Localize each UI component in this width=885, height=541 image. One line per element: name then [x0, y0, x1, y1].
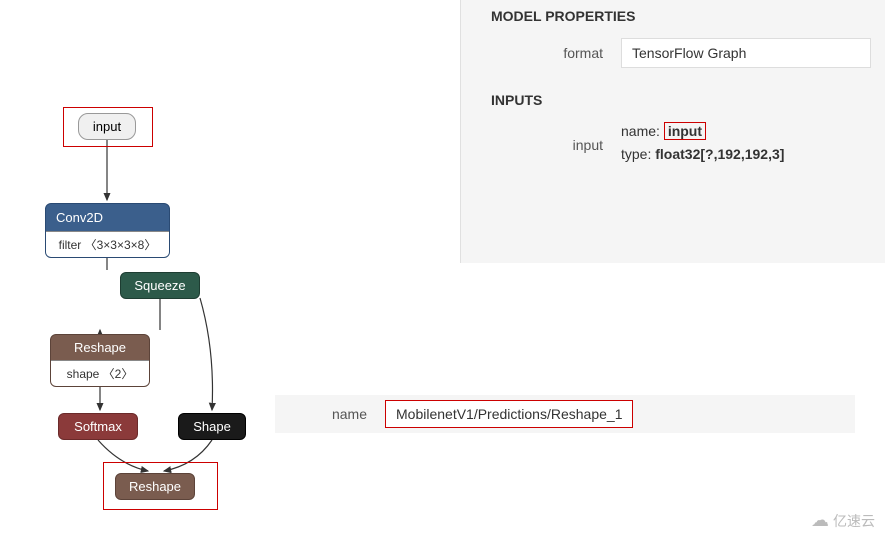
property-format-value: TensorFlow Graph [621, 38, 871, 68]
node-softmax[interactable]: Softmax [58, 413, 138, 440]
node-conv2d-filter: filter 〈3×3×3×8〉 [46, 231, 169, 257]
property-input-label: input [491, 137, 621, 153]
input-type-prefix: type: [621, 146, 651, 162]
property-format-label: format [491, 45, 621, 61]
watermark-text: 亿速云 [833, 511, 875, 531]
property-row-format: format TensorFlow Graph [491, 38, 871, 68]
node-reshape-1[interactable]: Reshape shape 〈2〉 [50, 334, 150, 387]
cloud-icon: ☁ [811, 510, 829, 531]
node-reshape-2[interactable]: Reshape [115, 473, 195, 500]
graph-edges [0, 0, 460, 541]
input-type-value: float32[?,192,192,3] [655, 146, 784, 162]
model-graph: input Conv2D filter 〈3×3×3×8〉 Squeeze Re… [0, 0, 460, 541]
name-panel: name MobilenetV1/Predictions/Reshape_1 [275, 395, 855, 433]
properties-panel: MODEL PROPERTIES format TensorFlow Graph… [460, 0, 885, 263]
node-conv2d-label: Conv2D [46, 204, 169, 231]
name-panel-label: name [275, 406, 385, 422]
node-shape[interactable]: Shape [178, 413, 246, 440]
property-row-input: input name: input type: float32[?,192,19… [491, 122, 871, 168]
section-inputs: INPUTS [491, 92, 871, 108]
node-reshape-2-label: Reshape [116, 474, 194, 499]
name-panel-value: MobilenetV1/Predictions/Reshape_1 [385, 400, 633, 428]
input-name-value: input [664, 122, 706, 140]
node-squeeze[interactable]: Squeeze [120, 272, 200, 299]
node-reshape-1-label: Reshape [51, 335, 149, 360]
node-softmax-label: Softmax [59, 414, 137, 439]
node-squeeze-label: Squeeze [121, 273, 199, 298]
node-reshape-1-shape: shape 〈2〉 [51, 360, 149, 386]
input-name-line: name: input [621, 122, 871, 140]
input-name-prefix: name: [621, 123, 660, 139]
node-input[interactable]: input [78, 113, 136, 140]
section-model-properties: MODEL PROPERTIES [491, 8, 871, 24]
node-shape-label: Shape [179, 414, 245, 439]
node-input-label: input [79, 114, 135, 139]
input-type-line: type: float32[?,192,192,3] [621, 146, 871, 162]
watermark: ☁ 亿速云 [811, 510, 875, 531]
node-conv2d[interactable]: Conv2D filter 〈3×3×3×8〉 [45, 203, 170, 258]
